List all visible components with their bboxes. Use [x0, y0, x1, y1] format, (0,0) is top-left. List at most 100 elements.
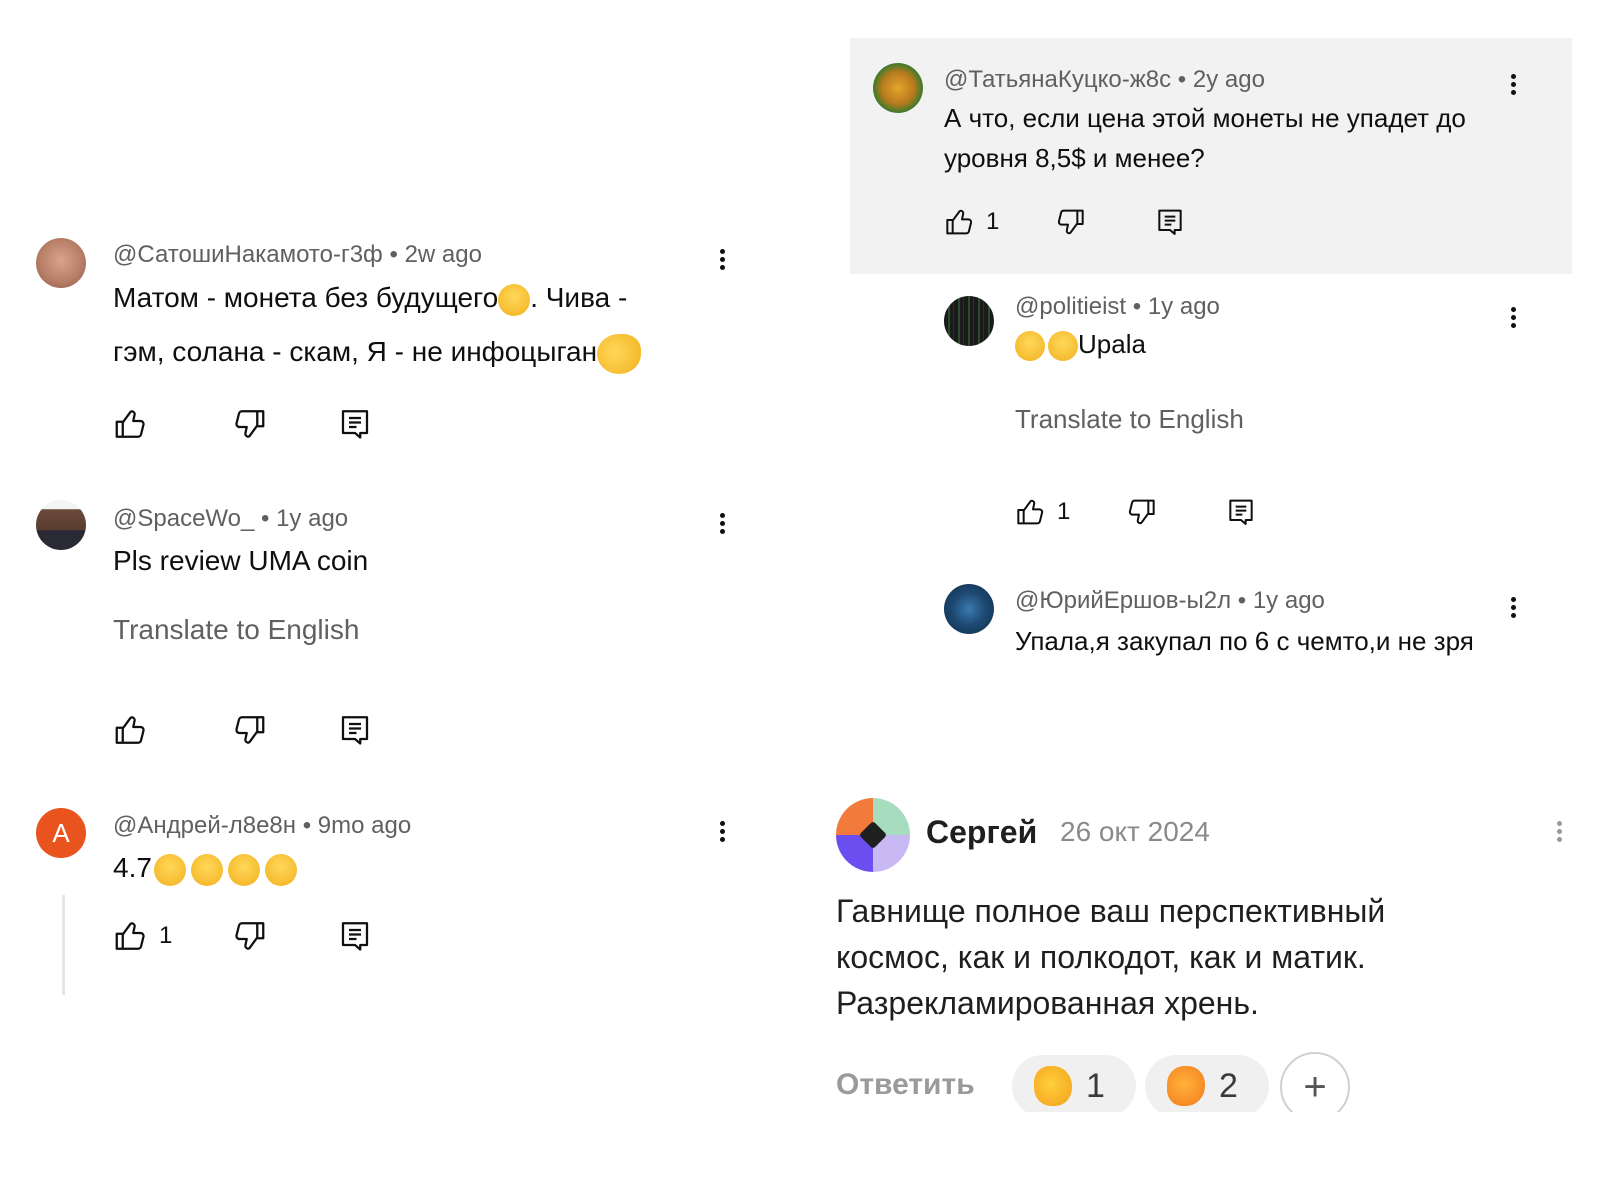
smile-emoji-icon [498, 283, 531, 316]
laughing-emoji-icon [1048, 331, 1078, 362]
more-vert-icon[interactable] [716, 818, 728, 850]
comment-author[interactable]: @ТатьянаКуцко-ж8с [944, 66, 1171, 93]
plus-icon: + [1303, 1064, 1327, 1109]
comment-actions [113, 712, 393, 752]
like-icon [944, 206, 976, 238]
dislike-button[interactable] [1125, 496, 1157, 528]
avatar-star-icon [858, 820, 888, 850]
like-button[interactable] [113, 406, 159, 442]
more-vert-icon[interactable] [1507, 71, 1519, 103]
like-icon [1015, 496, 1047, 528]
reply-button[interactable]: Ответить [836, 1068, 975, 1102]
reply-button[interactable] [337, 918, 373, 954]
more-vert-icon[interactable] [716, 510, 728, 542]
avatar[interactable] [944, 584, 994, 634]
reply-button[interactable] [1225, 496, 1257, 528]
dislike-icon [231, 918, 267, 954]
comment-author[interactable]: @ЮрийЕршов-ы2л [1015, 587, 1231, 614]
like-reaction-button[interactable]: 1 [1012, 1055, 1136, 1117]
avatar[interactable] [36, 238, 86, 288]
shushing-emoji-icon [597, 333, 642, 374]
comment-actions [113, 406, 393, 446]
crying-emoji-icon [190, 853, 223, 886]
reply-icon [337, 406, 373, 442]
avatar[interactable] [36, 500, 86, 550]
comment-age[interactable]: 9mo ago [318, 812, 411, 839]
more-vert-icon[interactable] [1507, 594, 1519, 626]
more-vert-icon[interactable] [716, 246, 728, 278]
comment-text: Матом - монета без будущего . Чива - гэм,… [113, 271, 642, 379]
comment-text-line: Гавнище полное ваш перспективный [836, 893, 1386, 929]
comment-text: Upala [1015, 324, 1146, 364]
separator: • [1237, 587, 1247, 614]
separator: • [261, 505, 270, 532]
like-count: 1 [1057, 498, 1071, 525]
like-icon [113, 406, 149, 442]
crying-emoji-icon [153, 853, 186, 886]
dislike-button[interactable] [231, 918, 267, 954]
crying-emoji-icon [264, 853, 297, 886]
comment-meta: @ТатьянаКуцко-ж8с • 2y ago [944, 66, 1265, 94]
comment-text-part: . Чива - [530, 282, 628, 313]
dislike-icon [1125, 496, 1157, 528]
reply-button[interactable] [1154, 206, 1186, 238]
like-count: 1 [986, 208, 1000, 235]
more-vert-icon[interactable] [1507, 304, 1519, 336]
comment-author[interactable]: @СатошиНакамото-г3ф [113, 241, 383, 268]
comment-text-part: Матом - монета без будущего [113, 282, 499, 313]
dislike-reaction-button[interactable]: 2 [1145, 1055, 1269, 1117]
separator: • [1177, 66, 1187, 93]
comment-text: 4.7 [113, 841, 297, 895]
dislike-icon [231, 406, 267, 442]
comment-age[interactable]: 2y ago [1193, 66, 1265, 93]
reply-icon [1225, 496, 1257, 528]
avatar[interactable] [836, 798, 910, 872]
like-button[interactable]: 1 [944, 206, 999, 238]
more-vert-icon[interactable] [1553, 818, 1565, 850]
like-icon [113, 712, 149, 748]
reply-icon [337, 918, 373, 954]
thumbs-down-icon [1167, 1066, 1205, 1106]
like-icon [113, 918, 149, 954]
avatar[interactable] [873, 63, 923, 113]
dislike-button[interactable] [231, 712, 267, 748]
comment-text-part: гэм, солана - скам, Я - не инфоцыган [113, 336, 598, 367]
comment-author[interactable]: @Андрей-л8е8н [113, 812, 296, 839]
comment-meta: @СатошиНакамото-г3ф • 2w ago [113, 241, 482, 269]
separator: • [389, 241, 398, 268]
dislike-button[interactable] [1054, 206, 1086, 238]
comment-age[interactable]: 1y ago [276, 505, 348, 532]
dislike-button[interactable] [231, 406, 267, 442]
avatar[interactable] [944, 296, 994, 346]
comment-text: Упала,я закупал по 6 с чемто,и не зря [1015, 626, 1474, 656]
comment-author[interactable]: Сергей [926, 814, 1037, 851]
comment-age[interactable]: 1y ago [1148, 293, 1220, 320]
comment-meta: @SpaceWo_ • 1y ago [113, 505, 348, 533]
translate-link[interactable]: Translate to English [1015, 404, 1244, 435]
like-button[interactable] [113, 712, 159, 748]
reply-button[interactable] [337, 712, 373, 748]
like-button[interactable]: 1 [1015, 496, 1070, 528]
comment-actions: 1 [1015, 496, 1295, 536]
comment-age[interactable]: 1y ago [1253, 587, 1325, 614]
comment-actions: 1 [113, 918, 393, 958]
separator: • [302, 812, 312, 839]
avatar[interactable]: A [36, 808, 86, 858]
comment-author[interactable]: @politieist [1015, 293, 1126, 320]
bottom-crop [820, 1112, 1600, 1200]
translate-link[interactable]: Translate to English [113, 614, 359, 646]
comment-actions: 1 [944, 206, 1224, 246]
like-button[interactable]: 1 [113, 918, 172, 954]
comment-meta: @ЮрийЕршов-ы2л • 1y ago [1015, 587, 1325, 615]
comment-author[interactable]: @SpaceWo_ [113, 505, 254, 532]
reply-button[interactable] [337, 406, 373, 442]
comment-meta: @Андрей-л8е8н • 9mo ago [113, 812, 411, 840]
crying-emoji-icon [227, 853, 260, 886]
comment-text: Гавнище полное ваш перспективный космос,… [836, 888, 1385, 1026]
comment-text-line: космос, как и полкодот, как и матик. [836, 939, 1366, 975]
like-count: 1 [159, 922, 173, 949]
comment-age[interactable]: 2w ago [405, 241, 482, 268]
separator: • [1132, 293, 1142, 320]
comment-text-line: Разрекламированная хрень. [836, 985, 1259, 1021]
like-count: 1 [1086, 1066, 1105, 1105]
